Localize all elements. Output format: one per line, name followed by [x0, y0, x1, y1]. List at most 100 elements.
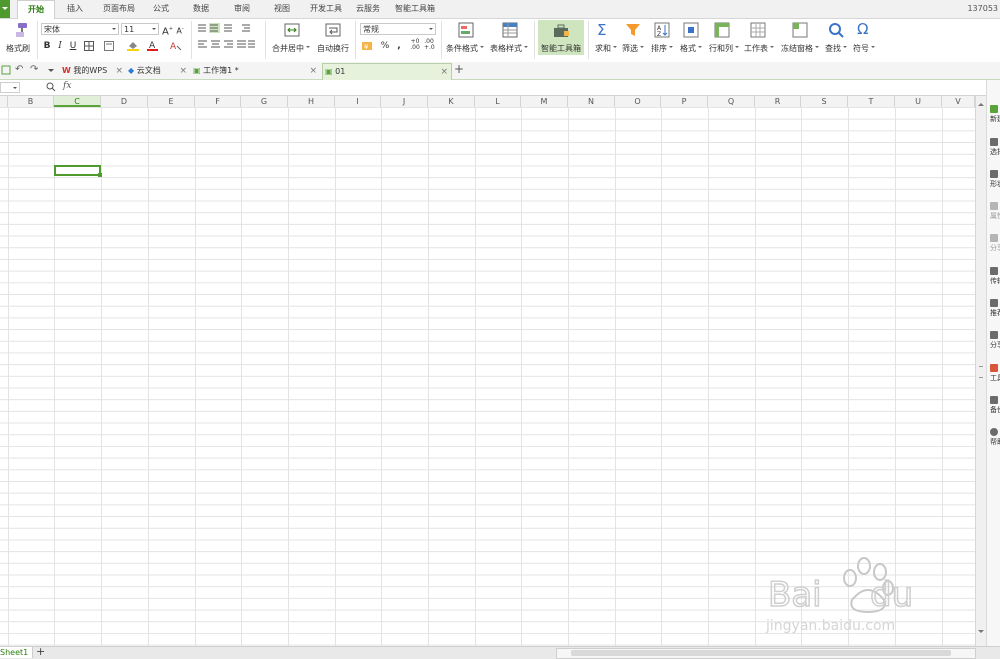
format-painter-button[interactable]: 格式刷	[6, 43, 30, 54]
clear-format-icon[interactable]: A	[170, 40, 181, 51]
sum-button[interactable]: 求和	[595, 43, 617, 54]
cell-grid[interactable]	[0, 107, 975, 646]
increase-font-icon[interactable]: A+	[162, 23, 173, 37]
column-header-k[interactable]: K	[428, 96, 475, 107]
pane-item-new[interactable]: 新建	[990, 105, 1000, 124]
sort-button[interactable]: 排序	[651, 43, 673, 54]
font-color-icon[interactable]: A	[147, 40, 158, 51]
pane-item-recommend[interactable]: 推荐	[990, 299, 1000, 318]
merge-center-button[interactable]: 合并居中	[272, 43, 310, 54]
column-header-j[interactable]: J	[381, 96, 428, 107]
format-button[interactable]: 格式	[680, 43, 702, 54]
horizontal-scroll-thumb[interactable]	[571, 650, 951, 656]
cell-style-icon[interactable]	[104, 41, 114, 51]
comma-button[interactable]: ,	[396, 40, 402, 52]
scroll-up-icon[interactable]	[978, 100, 984, 106]
filter-button[interactable]: 筛选	[622, 43, 644, 54]
pane-item-shape[interactable]: 形状	[990, 170, 1000, 189]
column-header-p[interactable]: P	[661, 96, 708, 107]
doc-tab-01[interactable]: ▣ 01 ×	[322, 63, 452, 80]
border-icon[interactable]	[84, 41, 94, 51]
pane-item-transfer[interactable]: 传输	[990, 267, 1000, 286]
font-name-select[interactable]: 宋体	[41, 23, 119, 35]
italic-button[interactable]: I	[55, 40, 65, 52]
pane-item-share-a[interactable]: 分享	[990, 234, 1000, 253]
tab-cloud[interactable]: 云服务	[350, 0, 386, 18]
horizontal-scrollbar[interactable]	[556, 648, 976, 659]
column-header-u[interactable]: U	[895, 96, 942, 107]
tab-data[interactable]: 数据	[186, 0, 216, 18]
pane-item-share-b[interactable]: 分享	[990, 331, 1000, 350]
splitter-handle-icon[interactable]	[979, 366, 983, 378]
scroll-down-icon[interactable]	[978, 630, 984, 636]
close-icon[interactable]: ×	[440, 64, 448, 80]
find-button[interactable]: 查找	[825, 43, 847, 54]
smart-toolbox-button[interactable]: 智能工具箱	[538, 20, 584, 55]
column-header-f[interactable]: F	[195, 96, 241, 107]
doc-tab-cloud-docs[interactable]: ◆ 云文档 ×	[128, 63, 190, 79]
column-header-v[interactable]: V	[942, 96, 975, 107]
column-header-d[interactable]: D	[101, 96, 148, 107]
currency-icon[interactable]: ¥	[362, 40, 374, 51]
column-header-q[interactable]: Q	[708, 96, 755, 107]
name-box[interactable]	[0, 82, 20, 93]
add-sheet-icon[interactable]: +	[36, 646, 45, 658]
font-size-select[interactable]: 11	[121, 23, 159, 35]
table-style-button[interactable]: 表格样式	[490, 43, 528, 54]
increase-decimal-icon[interactable]: +0.00	[410, 39, 420, 51]
app-menu-button[interactable]	[0, 0, 10, 18]
column-header-c[interactable]: C	[54, 96, 101, 107]
new-tab-icon[interactable]: +	[454, 62, 464, 76]
pane-item-help[interactable]: 帮助	[990, 428, 1000, 447]
underline-button[interactable]: U	[68, 40, 78, 52]
decrease-decimal-icon[interactable]: .00 +.0	[424, 39, 435, 51]
pane-item-property[interactable]: 属性	[990, 202, 1000, 221]
column-header-i[interactable]: I	[335, 96, 381, 107]
close-icon[interactable]: ×	[179, 63, 187, 79]
column-header-r[interactable]: R	[755, 96, 801, 107]
alignment-group-icon[interactable]	[196, 22, 256, 52]
column-header-l[interactable]: L	[475, 96, 521, 107]
zoom-icon[interactable]	[46, 82, 56, 92]
quick-access-dropdown-icon[interactable]	[48, 69, 54, 75]
doc-tab-workbook1[interactable]: ▣ 工作簿1 * ×	[193, 63, 320, 79]
row-col-button[interactable]: 行和列	[709, 43, 739, 54]
print-preview-icon[interactable]	[1, 65, 11, 75]
tab-page-layout[interactable]: 页面布局	[97, 0, 141, 18]
undo-icon[interactable]: ↶	[15, 64, 23, 75]
column-header-s[interactable]: S	[801, 96, 848, 107]
column-header-n[interactable]: N	[568, 96, 615, 107]
tab-home[interactable]: 开始	[17, 0, 55, 20]
tab-developer[interactable]: 开发工具	[305, 0, 347, 18]
insert-function-button[interactable]: fx	[63, 81, 71, 91]
pane-item-backup[interactable]: 备份	[990, 396, 1000, 415]
column-header-b[interactable]: B	[8, 96, 54, 107]
column-header-g[interactable]: G	[241, 96, 288, 107]
symbol-button[interactable]: 符号	[853, 43, 875, 54]
user-account[interactable]: 137053	[967, 0, 1000, 18]
tab-review[interactable]: 审阅	[227, 0, 257, 18]
bold-button[interactable]: B	[42, 40, 52, 52]
worksheet-button[interactable]: 工作表	[744, 43, 774, 54]
number-format-select[interactable]: 常规	[360, 23, 436, 35]
close-icon[interactable]: ×	[309, 63, 317, 79]
fill-color-icon[interactable]	[127, 40, 139, 51]
auto-wrap-button[interactable]: 自动换行	[317, 43, 349, 54]
formula-input[interactable]	[84, 81, 974, 94]
tab-insert[interactable]: 插入	[60, 0, 90, 18]
pane-item-tools[interactable]: 工具	[990, 364, 1000, 383]
decrease-font-icon[interactable]: A-	[175, 23, 185, 36]
close-icon[interactable]: ×	[115, 63, 123, 79]
sheet-tab-sheet1[interactable]: Sheet1	[0, 647, 34, 658]
freeze-panes-button[interactable]: 冻结窗格	[781, 43, 819, 54]
column-header-h[interactable]: H	[288, 96, 335, 107]
column-header-e[interactable]: E	[148, 96, 195, 107]
doc-tab-my-wps[interactable]: W 我的WPS ×	[62, 63, 126, 79]
tab-smart-toolbox[interactable]: 智能工具箱	[391, 0, 439, 18]
pane-item-select[interactable]: 选择	[990, 138, 1000, 157]
redo-icon[interactable]: ↷	[30, 64, 38, 75]
percent-button[interactable]: %	[380, 40, 390, 52]
column-header-m[interactable]: M	[521, 96, 568, 107]
conditional-format-button[interactable]: 条件格式	[446, 43, 484, 54]
column-header-o[interactable]: O	[615, 96, 661, 107]
